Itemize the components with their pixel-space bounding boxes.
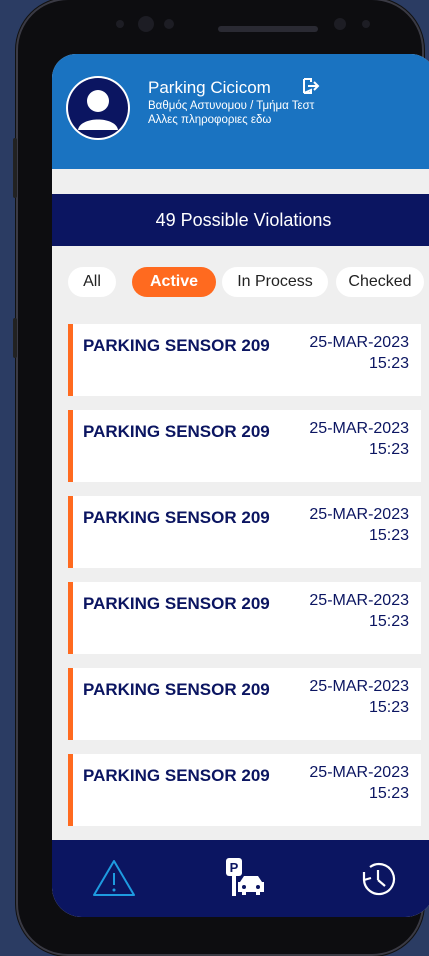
violations-count: 49 Possible Violations [155, 209, 332, 230]
violation-title: PARKING SENSOR 209 [83, 336, 270, 355]
violation-title: PARKING SENSOR 209 [83, 766, 270, 785]
violation-card[interactable]: PARKING SENSOR 209 25-MAR-2023 15:23 [68, 754, 421, 826]
violation-date: 25-MAR-2023 [309, 506, 409, 523]
filter-tab-label: All [83, 273, 101, 290]
sensor-dot [164, 19, 174, 29]
nav-violations[interactable] [90, 858, 138, 898]
history-icon [362, 862, 395, 896]
filter-tab-checked[interactable]: Checked [336, 267, 424, 297]
filter-tab-all[interactable]: All [68, 267, 116, 297]
sensor-dot [334, 18, 346, 30]
nav-parking[interactable]: P [220, 858, 268, 898]
logout-icon [303, 78, 320, 94]
filter-tab-label: Active [149, 273, 199, 290]
filter-tab-active[interactable]: Active [132, 267, 216, 297]
logout-button[interactable] [302, 77, 320, 100]
violation-date: 25-MAR-2023 [309, 678, 409, 695]
svg-text:P: P [230, 860, 239, 875]
user-name: Parking Cicicom [148, 78, 271, 97]
parking-car-icon: P [226, 858, 264, 896]
header-spacer [52, 169, 429, 194]
violations-list: PARKING SENSOR 209 25-MAR-2023 15:23 PAR… [68, 324, 421, 840]
violation-time: 15:23 [368, 441, 409, 458]
bottom-nav: P [52, 840, 429, 917]
violation-time: 15:23 [368, 613, 409, 630]
phone-top-hardware [96, 6, 396, 42]
violation-card[interactable]: PARKING SENSOR 209 25-MAR-2023 15:23 [68, 324, 421, 396]
violation-time: 15:23 [368, 355, 409, 372]
violation-time: 15:23 [368, 527, 409, 544]
filter-tab-label: In Process [237, 273, 313, 290]
violation-title: PARKING SENSOR 209 [83, 680, 270, 699]
sensor-dot [362, 20, 370, 28]
sensor-dot [116, 20, 124, 28]
violation-date: 25-MAR-2023 [309, 592, 409, 609]
violation-card[interactable]: PARKING SENSOR 209 25-MAR-2023 15:23 [68, 582, 421, 654]
warning-icon [93, 860, 135, 896]
violation-date: 25-MAR-2023 [309, 420, 409, 437]
user-info: Αλλες πληροφοριες εδω [148, 114, 272, 126]
phone-side-button [13, 138, 17, 198]
user-role: Βαθμός Αστυνομου / Τμήμα Τεστ [148, 100, 315, 112]
user-avatar-icon [68, 78, 128, 138]
filter-tab-in-process[interactable]: In Process [222, 267, 328, 297]
profile-header: Parking Cicicom Βαθμός Αστυνομου / Τμήμα… [52, 54, 429, 169]
violation-title: PARKING SENSOR 209 [83, 422, 270, 441]
violation-date: 25-MAR-2023 [309, 334, 409, 351]
app-screen: Parking Cicicom Βαθμός Αστυνομου / Τμήμα… [52, 54, 429, 917]
phone-frame: Parking Cicicom Βαθμός Αστυνομου / Τμήμα… [13, 0, 429, 956]
filter-tab-label: Checked [348, 273, 412, 290]
avatar[interactable] [66, 76, 130, 140]
violation-card[interactable]: PARKING SENSOR 209 25-MAR-2023 15:23 [68, 410, 421, 482]
violation-title: PARKING SENSOR 209 [83, 508, 270, 527]
violation-time: 15:23 [368, 699, 409, 716]
violation-date: 25-MAR-2023 [309, 764, 409, 781]
camera-dot [138, 16, 154, 32]
violation-card[interactable]: PARKING SENSOR 209 25-MAR-2023 15:23 [68, 496, 421, 568]
violations-count-banner: 49 Possible Violations [52, 194, 429, 246]
filter-tabs: All Active In Process Checked [52, 265, 429, 305]
violation-time: 15:23 [368, 785, 409, 802]
phone-side-button [13, 318, 17, 358]
violation-card[interactable]: PARKING SENSOR 209 25-MAR-2023 15:23 [68, 668, 421, 740]
nav-history[interactable] [354, 858, 402, 898]
speaker-grille [218, 26, 318, 32]
violation-title: PARKING SENSOR 209 [83, 594, 270, 613]
